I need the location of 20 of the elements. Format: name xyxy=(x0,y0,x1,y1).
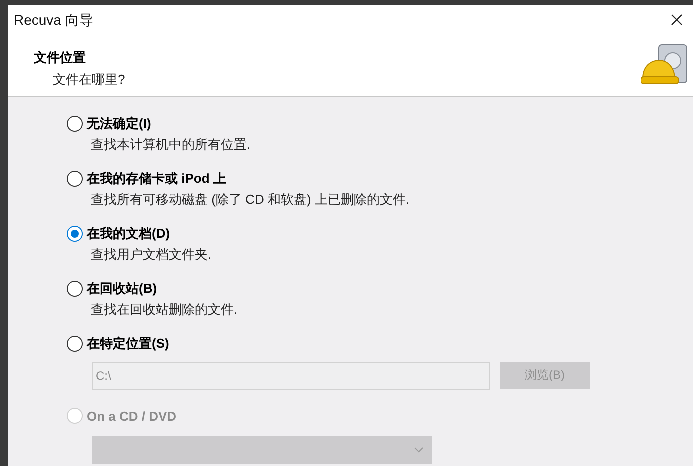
option-label: 在我的存储卡或 iPod 上 xyxy=(87,170,226,188)
option-label: 在我的文档(D) xyxy=(87,225,170,243)
option-label: 在特定位置(S) xyxy=(87,335,170,353)
radio-button[interactable] xyxy=(67,116,83,132)
radio-button[interactable] xyxy=(67,226,83,242)
option-label: On a CD / DVD xyxy=(87,408,177,426)
option-description: 查找本计算机中的所有位置. xyxy=(90,136,252,154)
radio-button[interactable] xyxy=(67,280,83,297)
option-description: 查找用户文档文件夹. xyxy=(90,246,213,264)
radio-button[interactable] xyxy=(67,170,83,187)
chevron-down-icon xyxy=(414,447,424,453)
option-label: 在回收站(B) xyxy=(87,280,158,298)
header-subtitle: 文件在哪里? xyxy=(52,70,126,88)
option-label: 无法确定(I) xyxy=(87,115,152,133)
header-title: 文件位置 xyxy=(34,49,87,67)
option-description: 查找所有可移动磁盘 (除了 CD 和软盘) 上已删除的文件. xyxy=(90,190,410,209)
window-title: Recuva 向导 xyxy=(14,10,94,30)
radio-button[interactable] xyxy=(67,336,83,352)
close-icon[interactable] xyxy=(671,14,683,26)
option-description: 查找在回收站删除的文件. xyxy=(90,300,239,318)
